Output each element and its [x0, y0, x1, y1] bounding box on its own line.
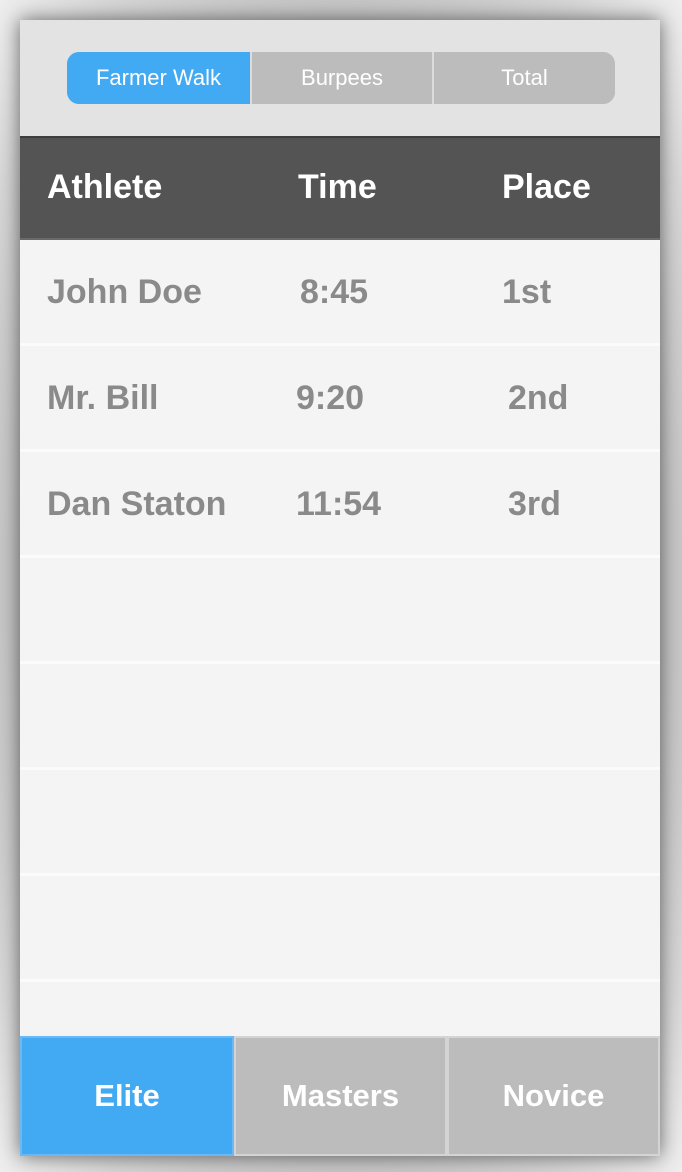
division-tab-bar: Elite Masters Novice: [20, 1036, 660, 1156]
table-row[interactable]: [20, 876, 660, 982]
top-bar: Farmer Walk Burpees Total: [20, 20, 660, 136]
column-header-place: Place: [502, 168, 591, 206]
athlete-place: 2nd: [508, 379, 569, 417]
table-row[interactable]: John Doe 8:45 1st: [20, 240, 660, 346]
tab-farmer-walk[interactable]: Farmer Walk: [67, 52, 250, 104]
table-header: Athlete Time Place: [20, 136, 660, 240]
athlete-name: John Doe: [47, 273, 202, 311]
table-row[interactable]: [20, 770, 660, 876]
column-header-athlete: Athlete: [47, 168, 163, 206]
athlete-name: Mr. Bill: [47, 379, 159, 417]
table-row[interactable]: Mr. Bill 9:20 2nd: [20, 346, 660, 452]
tab-total[interactable]: Total: [432, 52, 615, 104]
tab-novice[interactable]: Novice: [447, 1036, 660, 1156]
table-row[interactable]: [20, 664, 660, 770]
event-segmented-control: Farmer Walk Burpees Total: [67, 52, 615, 104]
results-list: John Doe 8:45 1st Mr. Bill 9:20 2nd Dan …: [20, 240, 660, 982]
tab-burpees[interactable]: Burpees: [250, 52, 432, 104]
table-row[interactable]: Dan Staton 11:54 3rd: [20, 452, 660, 558]
table-row[interactable]: [20, 558, 660, 664]
column-header-time: Time: [298, 168, 377, 206]
athlete-place: 1st: [502, 273, 552, 311]
tab-elite[interactable]: Elite: [20, 1036, 234, 1156]
athlete-time: 11:54: [296, 485, 382, 523]
athlete-time: 8:45: [300, 273, 369, 311]
athlete-place: 3rd: [508, 485, 561, 523]
app-screen: Farmer Walk Burpees Total Athlete Time P…: [20, 20, 660, 1156]
athlete-time: 9:20: [296, 379, 365, 417]
tab-masters[interactable]: Masters: [234, 1036, 447, 1156]
athlete-name: Dan Staton: [47, 485, 227, 523]
